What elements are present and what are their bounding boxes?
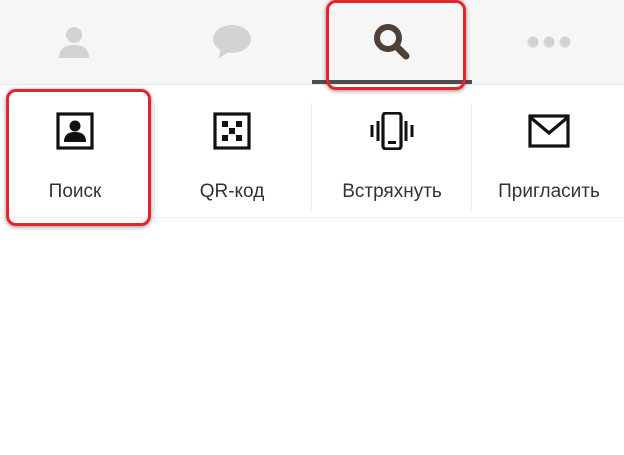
- tab-chats[interactable]: [158, 0, 306, 84]
- app-window: Поиск QR-код Встряхнуть Пригласить: [0, 0, 624, 455]
- divider: [154, 103, 155, 211]
- find-button[interactable]: Поиск: [0, 85, 150, 217]
- find-label: Поиск: [48, 181, 102, 202]
- divider: [471, 103, 472, 211]
- tab-search[interactable]: [314, 0, 470, 84]
- person-icon: [59, 27, 89, 58]
- active-tab-indicator: [312, 80, 472, 84]
- qr-code-icon: [157, 112, 307, 150]
- envelope-icon: [474, 112, 624, 148]
- qr-code-label: QR-код: [199, 181, 265, 202]
- more-dots-icon: [527, 36, 571, 48]
- search-actions-row: Поиск QR-код Встряхнуть Пригласить: [0, 85, 624, 218]
- top-tab-bar: [0, 0, 624, 85]
- chat-bubble-icon: [213, 25, 251, 59]
- invite-label: Пригласить: [498, 181, 600, 202]
- tab-more[interactable]: [474, 0, 624, 84]
- invite-button[interactable]: Пригласить: [474, 85, 624, 217]
- qr-code-button[interactable]: QR-код: [157, 85, 307, 217]
- search-icon: [374, 24, 410, 60]
- tab-contacts[interactable]: [0, 0, 148, 84]
- shake-button[interactable]: Встряхнуть: [314, 85, 470, 217]
- vibrating-phone-icon: [314, 112, 470, 150]
- shake-label: Встряхнуть: [342, 181, 442, 202]
- divider: [311, 103, 312, 211]
- contact-card-icon: [0, 112, 150, 150]
